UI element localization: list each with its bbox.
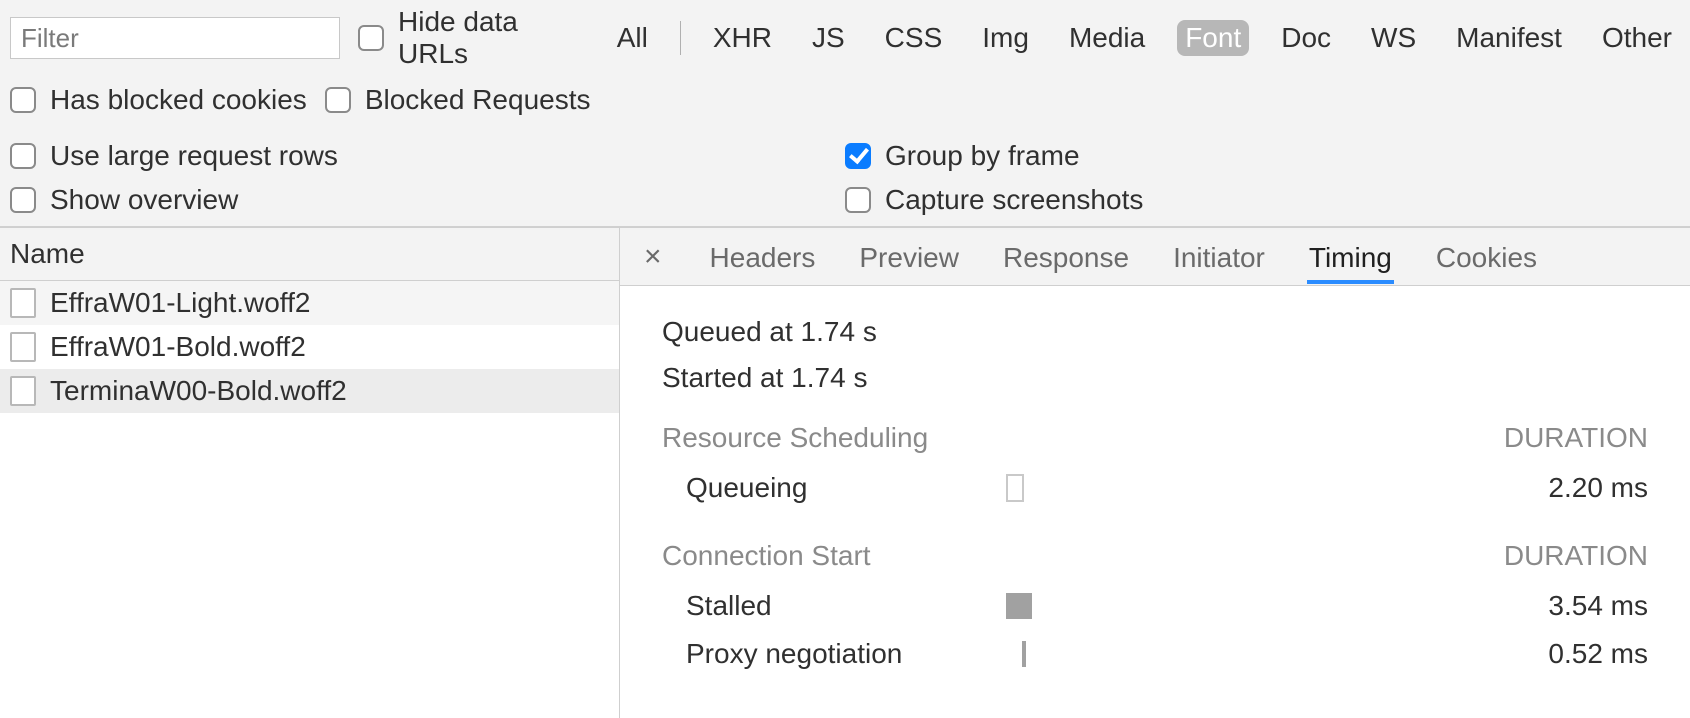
use-large-rows-checkbox[interactable]: Use large request rows [10,140,845,172]
request-row[interactable]: EffraW01-Light.woff2 [0,281,619,325]
request-list[interactable]: EffraW01-Light.woff2 EffraW01-Bold.woff2… [0,281,619,718]
checkbox-icon [358,25,384,51]
request-row[interactable]: EffraW01-Bold.woff2 [0,325,619,369]
queueing-duration: 2.20 ms [1226,472,1648,504]
hide-data-urls-checkbox[interactable]: Hide data URLs [358,6,591,70]
tab-timing[interactable]: Timing [1307,230,1394,284]
detail-pane: × Headers Preview Response Initiator Tim… [620,228,1690,718]
filter-ws[interactable]: WS [1363,20,1424,56]
stalled-label: Stalled [686,590,1006,622]
tab-response[interactable]: Response [1001,230,1131,284]
filter-input[interactable] [10,17,340,59]
queueing-label: Queueing [686,472,1006,504]
filter-font[interactable]: Font [1177,20,1249,56]
use-large-rows-label: Use large request rows [50,140,338,172]
request-name: EffraW01-Bold.woff2 [50,331,306,363]
group-by-frame-checkbox[interactable]: Group by frame [845,140,1680,172]
filter-all[interactable]: All [609,20,656,56]
detail-tabs: × Headers Preview Response Initiator Tim… [620,228,1690,286]
started-at: Started at 1.74 s [662,362,1648,394]
file-icon [10,376,36,406]
requests-pane: Name EffraW01-Light.woff2 EffraW01-Bold.… [0,228,620,718]
proxy-bar-icon [1022,641,1026,667]
proxy-row: Proxy negotiation 0.52 ms [662,630,1648,678]
filter-other[interactable]: Other [1594,20,1680,56]
resource-scheduling-header: Resource Scheduling [662,422,928,454]
file-icon [10,332,36,362]
stalled-duration: 3.54 ms [1226,590,1648,622]
show-overview-label: Show overview [50,184,238,216]
network-toolbar: Hide data URLs All XHR JS CSS Img Media … [0,0,1690,227]
queued-at: Queued at 1.74 s [662,316,1648,348]
filter-doc[interactable]: Doc [1273,20,1339,56]
hide-data-urls-label: Hide data URLs [398,6,591,70]
queueing-row: Queueing 2.20 ms [662,464,1648,512]
filter-img[interactable]: Img [974,20,1037,56]
tab-cookies[interactable]: Cookies [1434,230,1539,284]
filter-xhr[interactable]: XHR [705,20,780,56]
file-icon [10,288,36,318]
request-name: TerminaW00-Bold.woff2 [50,375,347,407]
group-by-frame-label: Group by frame [885,140,1080,172]
stalled-row: Stalled 3.54 ms [662,582,1648,630]
proxy-label: Proxy negotiation [686,638,1006,670]
tab-initiator[interactable]: Initiator [1171,230,1267,284]
resource-scheduling-section: Resource Scheduling DURATION Queueing 2.… [662,422,1648,512]
checkbox-icon [10,187,36,213]
request-name: EffraW01-Light.woff2 [50,287,310,319]
connection-start-header: Connection Start [662,540,871,572]
duration-header: DURATION [1504,540,1648,572]
queueing-bar-icon [1006,474,1024,502]
tab-headers[interactable]: Headers [708,230,818,284]
checkbox-checked-icon [845,143,871,169]
filter-manifest[interactable]: Manifest [1448,20,1570,56]
proxy-duration: 0.52 ms [1226,638,1648,670]
capture-screenshots-checkbox[interactable]: Capture screenshots [845,184,1680,216]
has-blocked-cookies-label: Has blocked cookies [50,84,307,116]
checkbox-icon [845,187,871,213]
request-row[interactable]: TerminaW00-Bold.woff2 [0,369,619,413]
duration-header: DURATION [1504,422,1648,454]
capture-screenshots-label: Capture screenshots [885,184,1143,216]
type-filter-bar: All XHR JS CSS Img Media Font Doc WS Man… [609,20,1680,56]
has-blocked-cookies-checkbox[interactable]: Has blocked cookies [10,84,307,116]
blocked-requests-label: Blocked Requests [365,84,591,116]
filter-css[interactable]: CSS [877,20,951,56]
stalled-bar-icon [1006,593,1032,619]
separator [680,21,681,55]
connection-start-section: Connection Start DURATION Stalled 3.54 m… [662,540,1648,678]
checkbox-icon [10,87,36,113]
main-split: Name EffraW01-Light.woff2 EffraW01-Bold.… [0,227,1690,718]
close-icon[interactable]: × [638,240,668,274]
show-overview-checkbox[interactable]: Show overview [10,184,845,216]
checkbox-icon [10,143,36,169]
column-header-name[interactable]: Name [0,228,619,281]
tab-preview[interactable]: Preview [857,230,961,284]
filter-media[interactable]: Media [1061,20,1153,56]
timing-panel: Queued at 1.74 s Started at 1.74 s Resou… [620,286,1690,718]
blocked-requests-checkbox[interactable]: Blocked Requests [325,84,591,116]
filter-js[interactable]: JS [804,20,853,56]
checkbox-icon [325,87,351,113]
